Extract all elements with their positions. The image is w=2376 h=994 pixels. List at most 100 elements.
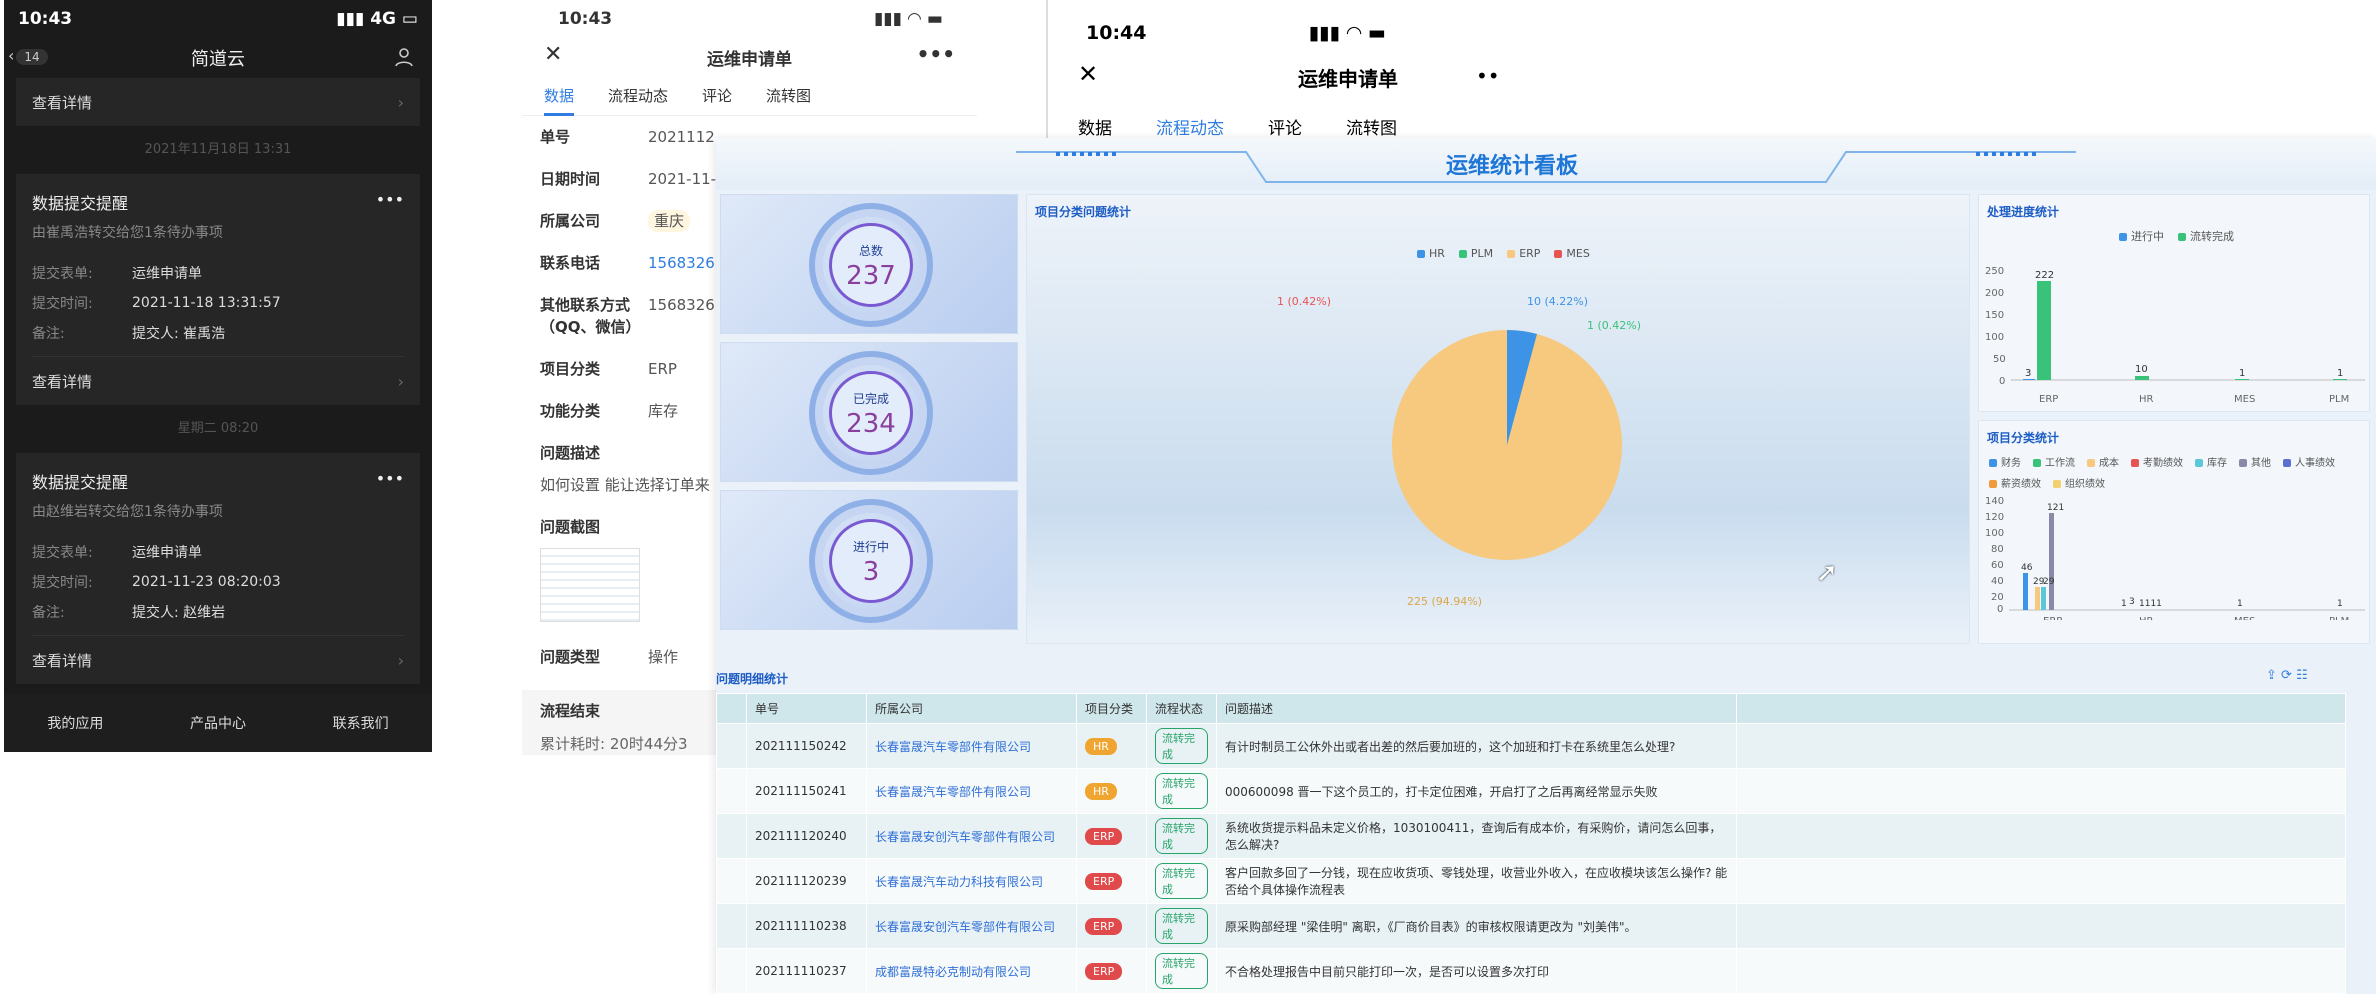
svg-text:1: 1 xyxy=(2337,599,2343,609)
category-tag: ERP xyxy=(1085,962,1123,980)
svg-text:PLM: PLM xyxy=(2329,616,2349,620)
view-detail-link[interactable]: 查看详情 › xyxy=(16,636,420,684)
col-header-desc[interactable]: 问题描述 xyxy=(1216,693,1737,724)
svg-text:29: 29 xyxy=(2043,577,2055,587)
cell-desc: 系统收货提示料品未定义价格，1030100411，查询后有成本价，有采购价，请问… xyxy=(1216,813,1737,859)
tab-comments[interactable]: 评论 xyxy=(1268,114,1302,139)
svg-text:222: 222 xyxy=(2035,270,2054,281)
signal-indicator: ▮▮▮ 4G ▭ xyxy=(336,9,418,29)
col-header-company[interactable]: 所属公司 xyxy=(866,693,1077,724)
close-icon[interactable]: ✕ xyxy=(544,42,562,67)
refresh-icon[interactable]: ⟳ xyxy=(2281,668,2292,683)
bottom-bar: 我的应用 产品中心 联系我们 xyxy=(4,694,432,752)
more-icon[interactable]: •• xyxy=(1476,64,1500,88)
card-title: 数据提交提醒 xyxy=(32,194,129,213)
view-detail-link[interactable]: 查看详情 › xyxy=(16,357,420,405)
status-time: 10:43 xyxy=(558,9,613,29)
footer-my-apps[interactable]: 我的应用 xyxy=(47,713,103,733)
svg-text:46: 46 xyxy=(2021,563,2033,573)
chevron-right-icon: › xyxy=(397,371,404,391)
category-tag: HR xyxy=(1085,737,1117,755)
phone-link[interactable]: 1568326 xyxy=(648,252,715,274)
cell-company[interactable]: 长春富晟汽车零部件有限公司 xyxy=(866,723,1077,769)
pie-label: 10 (4.22%) xyxy=(1527,295,1589,308)
svg-text:100: 100 xyxy=(1985,528,2004,539)
table-row[interactable]: 202111150242 长春富晟汽车零部件有限公司 HR 流转完成 有计时制员… xyxy=(716,723,2346,769)
field-label: 问题描述 xyxy=(540,444,601,462)
field-value: 2021-11- xyxy=(648,170,717,188)
back-button[interactable]: ‹ 14 xyxy=(8,46,48,65)
bar-erp-progress xyxy=(2023,379,2035,380)
field-label: 备注: xyxy=(32,326,65,342)
field-label: 问题类型 xyxy=(540,648,601,666)
col-header-no[interactable]: 单号 xyxy=(746,693,867,724)
svg-text:0: 0 xyxy=(1997,604,2003,615)
cell-company[interactable]: 长春富晟安创汽车零部件有限公司 xyxy=(866,813,1077,859)
table-row[interactable]: 202111150241 长春富晟汽车零部件有限公司 HR 流转完成 00060… xyxy=(716,768,2346,814)
svg-text:1: 1 xyxy=(2337,368,2343,379)
svg-text:ERP: ERP xyxy=(2043,616,2062,620)
cell-company[interactable]: 长春富晟安创汽车零部件有限公司 xyxy=(866,903,1077,949)
svg-text:MES: MES xyxy=(2234,616,2255,620)
status-badge: 流转完成 xyxy=(1155,908,1208,944)
page-title: 运维申请单 xyxy=(1298,67,1398,91)
field-label: 提交表单: xyxy=(32,545,93,561)
svg-text:50: 50 xyxy=(1993,354,2006,365)
bar-mes-done xyxy=(2235,379,2249,380)
tab-data[interactable]: 数据 xyxy=(1078,114,1112,139)
table-row[interactable]: 202111120240 长春富晟安创汽车零部件有限公司 ERP 流转完成 系统… xyxy=(716,813,2346,859)
field-label: 功能分类 xyxy=(540,402,601,420)
cell-no: 202111150242 xyxy=(746,723,867,769)
col-header-status[interactable]: 流程状态 xyxy=(1146,693,1217,724)
tab-data[interactable]: 数据 xyxy=(544,76,575,116)
col-header-category[interactable]: 项目分类 xyxy=(1076,693,1147,724)
chevron-right-icon: › xyxy=(397,92,404,112)
export-icon[interactable]: ⇪ xyxy=(2266,668,2277,683)
kpi-label: 已完成 xyxy=(852,392,889,406)
field-label: 提交时间: xyxy=(32,575,93,591)
cell-company[interactable]: 长春富晟汽车动力科技有限公司 xyxy=(866,858,1077,904)
table-row[interactable]: 202111110238 长春富晟安创汽车零部件有限公司 ERP 流转完成 原采… xyxy=(716,903,2346,949)
svg-text:121: 121 xyxy=(2047,503,2064,513)
more-icon[interactable]: ••• xyxy=(376,190,404,214)
tab-flowchart[interactable]: 流转图 xyxy=(766,76,811,116)
table-row[interactable]: 202111110237 成都富晟特必克制动有限公司 ERP 流转完成 不合格处… xyxy=(716,948,2346,994)
footer-products[interactable]: 产品中心 xyxy=(190,713,246,733)
svg-text:3: 3 xyxy=(2025,368,2031,379)
field-value: 2021-11-23 08:20:03 xyxy=(132,574,281,590)
svg-text:100: 100 xyxy=(1985,332,2004,343)
kpi-label: 进行中 xyxy=(852,540,889,554)
field-label: 问题截图 xyxy=(540,518,601,536)
category-legend: 财务 工作流 成本 考勤绩效 库存 其他 人事绩效 薪资绩效 组织绩效 xyxy=(1979,454,2369,490)
footer-contact[interactable]: 联系我们 xyxy=(333,713,389,733)
svg-text:10: 10 xyxy=(2135,364,2148,375)
cell-no: 202111150241 xyxy=(746,768,867,814)
kpi-value: 234 xyxy=(846,409,896,439)
bar-plm-done xyxy=(2333,379,2347,380)
field-value: ERP xyxy=(648,360,677,378)
svg-text:1: 1 xyxy=(2239,368,2245,379)
kpi-total: 总数 237 xyxy=(720,194,1018,334)
cell-desc: 有计时制员工公休外出或者出差的然后要加班的，这个加班和打卡在系统里怎么处理? xyxy=(1216,723,1737,769)
screenshot-thumbnail[interactable] xyxy=(540,548,640,622)
settings-icon[interactable]: ☷ xyxy=(2296,668,2308,683)
status-time: 10:44 xyxy=(1086,22,1147,44)
tab-flow[interactable]: 流程动态 xyxy=(1156,114,1224,139)
table-row[interactable]: 202111120239 长春富晟汽车动力科技有限公司 ERP 流转完成 客户回… xyxy=(716,858,2346,904)
cell-desc: 不合格处理报告中目前只能打印一次，是否可以设置多次打印 xyxy=(1216,948,1737,994)
tab-flow[interactable]: 流程动态 xyxy=(608,76,668,116)
category-tag: HR xyxy=(1085,782,1117,800)
cell-company[interactable]: 成都富晟特必克制动有限公司 xyxy=(866,948,1077,994)
tab-flowchart[interactable]: 流转图 xyxy=(1346,114,1397,139)
field-label: 所属公司 xyxy=(540,212,601,230)
tab-comments[interactable]: 评论 xyxy=(702,76,732,116)
more-icon[interactable]: ••• xyxy=(376,469,404,493)
page-title: 运维申请单 xyxy=(707,49,792,70)
view-detail-link[interactable]: 查看详情 › xyxy=(16,78,420,126)
category-panel: 项目分类统计 财务 工作流 成本 考勤绩效 库存 其他 人事绩效 薪资绩效 组织… xyxy=(1978,420,2370,644)
user-icon[interactable] xyxy=(394,47,414,67)
svg-text:1: 1 xyxy=(2237,599,2243,609)
more-icon[interactable]: ••• xyxy=(917,42,955,66)
card-title: 数据提交提醒 xyxy=(32,473,129,492)
cell-company[interactable]: 长春富晟汽车零部件有限公司 xyxy=(866,768,1077,814)
